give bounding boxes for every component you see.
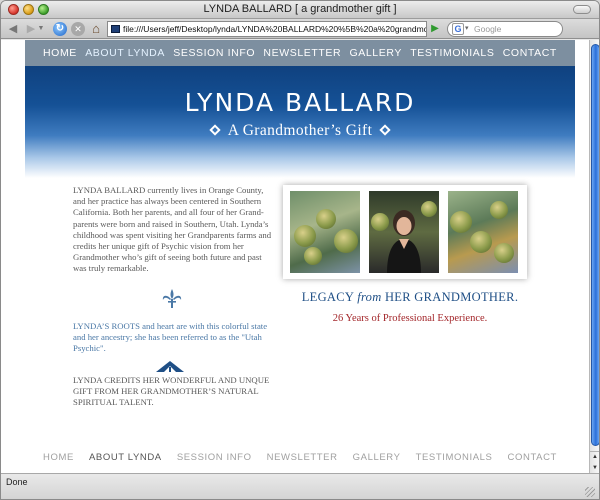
status-text: Done	[6, 477, 28, 487]
footer-nav: HOME ABOUT LYNDA SESSION INFO NEWSLETTER GAL…	[25, 452, 575, 463]
address-bar[interactable]: file:///Users/jeff/Desktop/lynda/LYNDA%2…	[107, 21, 427, 37]
desert-plants-photo	[448, 191, 518, 273]
toolbar-toggle-button[interactable]	[573, 5, 591, 14]
back-arrow-icon[interactable]: ◀	[5, 22, 21, 36]
scrollbar-thumb[interactable]	[591, 44, 599, 446]
nav-testimonials[interactable]: TESTIMONIALS	[410, 47, 494, 59]
favicon-icon	[111, 25, 120, 33]
arch-ornament-icon	[156, 361, 184, 372]
lynda-portrait-photo	[369, 191, 439, 273]
footer-nav-testimonials[interactable]: TESTIMONIALS	[416, 452, 493, 463]
home-icon[interactable]: ⌂	[89, 22, 103, 36]
history-menu-icon[interactable]: ▼	[37, 22, 45, 36]
footer-nav-session-info[interactable]: SESSION INFO	[177, 452, 252, 463]
window-title: LYNDA BALLARD [ a grandmother gift ]	[203, 3, 397, 15]
fleur-de-lis-icon	[162, 289, 182, 308]
cactus-garden-photo	[290, 191, 360, 273]
footer-nav-contact[interactable]: CONTACT	[508, 452, 557, 463]
vertical-scrollbar[interactable]: ▲ ▼	[589, 40, 599, 473]
nav-gallery[interactable]: GALLERY	[349, 47, 401, 59]
credits-paragraph: LYNDA CREDITS HER WONDERFUL AND UNQUE GI…	[73, 375, 270, 408]
photo-strip	[283, 185, 527, 279]
scroll-arrows-icon[interactable]: ▲ ▼	[590, 451, 599, 473]
nav-session-info[interactable]: SESSION INFO	[173, 47, 255, 59]
diamond-right-icon	[379, 124, 391, 136]
browser-toolbar: ◀ ▶ ▼ ↻ ✕ ⌂ file:///Users/jeff/Desktop/l…	[1, 19, 599, 39]
nav-home[interactable]: HOME	[43, 47, 77, 59]
legacy-pre: LEGACY	[301, 290, 358, 304]
tagline-text: A Grandmother’s Gift	[227, 122, 373, 139]
roots-paragraph: LYNDA’S ROOTS and heart are with this co…	[73, 321, 268, 354]
search-engine-caret-icon[interactable]: ▾	[465, 22, 469, 36]
site-tagline: A Grandmother’s Gift	[25, 122, 575, 140]
nav-about-lynda[interactable]: ABOUT LYNDA	[85, 47, 165, 59]
legacy-em: from	[357, 290, 382, 304]
site-nav: HOME ABOUT LYNDA SESSION INFO NEWSLETTER GAL…	[25, 40, 575, 66]
footer-nav-newsletter[interactable]: NEWSLETTER	[267, 452, 338, 463]
status-bar: Done	[1, 473, 599, 499]
go-icon[interactable]: ▶	[429, 22, 441, 36]
reload-icon[interactable]: ↻	[53, 22, 67, 36]
legacy-post: HER GRANDMOTHER.	[381, 290, 519, 304]
browser-window: LYNDA BALLARD [ a grandmother gift ] ◀ ▶…	[0, 0, 600, 500]
title-bar: LYNDA BALLARD [ a grandmother gift ]	[1, 1, 599, 19]
nav-contact[interactable]: CONTACT	[503, 47, 557, 59]
search-input[interactable]: G ▾ Google	[447, 21, 563, 37]
resize-grip-icon[interactable]	[585, 487, 595, 497]
bio-paragraph: LYNDA BALLARD currently lives in Orange …	[73, 185, 272, 274]
nav-newsletter[interactable]: NEWSLETTER	[263, 47, 341, 59]
legacy-heading: LEGACY from HER GRANDMOTHER.	[283, 290, 537, 305]
stop-icon[interactable]: ✕	[71, 22, 85, 36]
page-viewport: HOME ABOUT LYNDA SESSION INFO NEWSLETTER GAL…	[1, 40, 589, 473]
url-text: file:///Users/jeff/Desktop/lynda/LYNDA%2…	[123, 24, 427, 34]
site-header: LYNDA BALLARD A Grandmother’s Gift	[25, 66, 575, 178]
site-brand[interactable]: LYNDA BALLARD	[25, 88, 575, 117]
footer-nav-home[interactable]: HOME	[43, 452, 74, 463]
google-icon[interactable]: G	[452, 23, 464, 35]
search-placeholder: Google	[474, 24, 502, 34]
diamond-left-icon	[209, 124, 221, 136]
footer-nav-about-lynda[interactable]: ABOUT LYNDA	[89, 452, 162, 463]
experience-line: 26 Years of Professional Experience.	[332, 313, 488, 324]
footer-nav-gallery[interactable]: GALLERY	[353, 452, 401, 463]
